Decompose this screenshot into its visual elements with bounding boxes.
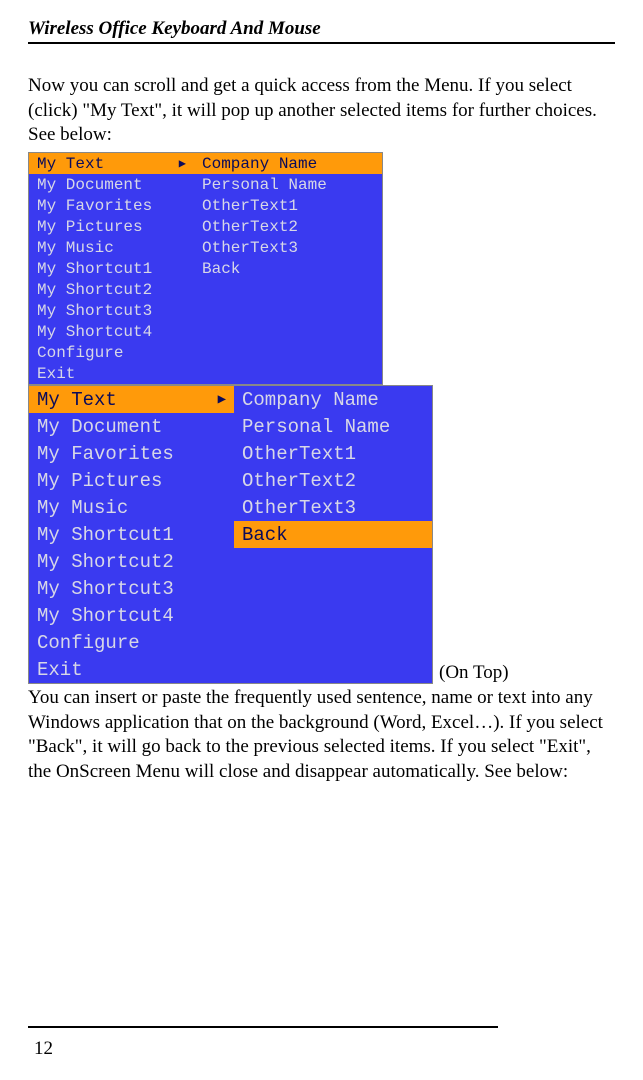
menu-item-label: My Music	[37, 497, 128, 519]
menu-item-label: Personal Name	[242, 416, 390, 438]
menu-item-label: My Shortcut3	[37, 302, 152, 320]
menu2-right-column: Company Name Personal Name OtherText1 Ot…	[234, 386, 432, 683]
submenu-item-back[interactable]: Back	[234, 521, 432, 548]
menu-item-my-shortcut4[interactable]: My Shortcut4	[29, 602, 234, 629]
footer: 12	[28, 1026, 615, 1060]
menu-item-label: My Shortcut1	[37, 260, 152, 278]
menu-block-1: My Text ▶ My Document My Favorites My Pi…	[28, 152, 383, 385]
chevron-right-icon: ▶	[179, 156, 186, 171]
submenu-item-personal-name[interactable]: Personal Name	[234, 413, 432, 440]
menu-item-configure[interactable]: Configure	[29, 629, 234, 656]
menu-item-label: My Text	[37, 155, 104, 173]
menu-item-label: Exit	[37, 659, 83, 681]
menu-item-label: My Shortcut2	[37, 551, 174, 573]
menu-item-label: My Shortcut4	[37, 323, 152, 341]
menu-item-label: OtherText1	[202, 197, 298, 215]
menu-item-my-text[interactable]: My Text ▶	[29, 153, 194, 174]
menu-item-my-shortcut1[interactable]: My Shortcut1	[29, 521, 234, 548]
menu-item-label: OtherText1	[242, 443, 356, 465]
submenu-item-personal-name[interactable]: Personal Name	[194, 174, 382, 195]
menu-item-label: OtherText2	[242, 470, 356, 492]
menu-item-my-shortcut2[interactable]: My Shortcut2	[29, 279, 194, 300]
paragraph-2: You can insert or paste the frequently u…	[28, 686, 615, 785]
header-title: Wireless Office Keyboard And Mouse	[28, 18, 321, 39]
menu-item-my-text[interactable]: My Text ▶	[29, 386, 234, 413]
menu-item-label: My Shortcut3	[37, 578, 174, 600]
menu-item-my-favorites[interactable]: My Favorites	[29, 440, 234, 467]
menu-item-configure[interactable]: Configure	[29, 342, 194, 363]
submenu-item-company-name[interactable]: Company Name	[194, 153, 382, 174]
header: Wireless Office Keyboard And Mouse	[28, 18, 615, 44]
menu-item-label: OtherText3	[202, 239, 298, 257]
menu-item-my-shortcut3[interactable]: My Shortcut3	[29, 300, 194, 321]
menu-item-my-document[interactable]: My Document	[29, 174, 194, 195]
on-top-note: (On Top)	[439, 662, 509, 684]
menu-item-label: My Document	[37, 176, 143, 194]
menu-item-label: My Favorites	[37, 443, 174, 465]
menu-item-label: Configure	[37, 632, 140, 654]
submenu-item-back[interactable]: Back	[194, 258, 382, 279]
menu-item-my-music[interactable]: My Music	[29, 237, 194, 258]
submenu-item-othertext2[interactable]: OtherText2	[234, 467, 432, 494]
page-number: 12	[28, 1038, 615, 1060]
submenu-item-othertext1[interactable]: OtherText1	[234, 440, 432, 467]
menu-item-label: My Favorites	[37, 197, 152, 215]
submenu-item-othertext3[interactable]: OtherText3	[234, 494, 432, 521]
menu-item-my-pictures[interactable]: My Pictures	[29, 467, 234, 494]
menu-item-label: Company Name	[242, 389, 379, 411]
menu-item-label: OtherText2	[202, 218, 298, 236]
menu-item-my-shortcut4[interactable]: My Shortcut4	[29, 321, 194, 342]
menu-item-label: My Shortcut2	[37, 281, 152, 299]
menu-item-exit[interactable]: Exit	[29, 363, 194, 384]
menu-item-my-shortcut1[interactable]: My Shortcut1	[29, 258, 194, 279]
menu-block-2: My Text ▶ My Document My Favorites My Pi…	[28, 385, 433, 684]
menu-item-label: Back	[242, 524, 288, 546]
menu-item-my-pictures[interactable]: My Pictures	[29, 216, 194, 237]
submenu-item-company-name[interactable]: Company Name	[234, 386, 432, 413]
menu-item-label: My Pictures	[37, 470, 162, 492]
chevron-right-icon: ▶	[218, 391, 226, 408]
submenu-item-othertext2[interactable]: OtherText2	[194, 216, 382, 237]
menu2-left-column: My Text ▶ My Document My Favorites My Pi…	[29, 386, 234, 683]
menu-item-label: My Text	[37, 389, 117, 411]
menu-item-label: My Pictures	[37, 218, 143, 236]
menu1-right-column: Company Name Personal Name OtherText1 Ot…	[194, 153, 382, 384]
menu-item-my-music[interactable]: My Music	[29, 494, 234, 521]
menu-item-label: Personal Name	[202, 176, 327, 194]
menu-item-label: My Shortcut4	[37, 605, 174, 627]
menu-item-my-shortcut2[interactable]: My Shortcut2	[29, 548, 234, 575]
menu-filler	[194, 279, 382, 384]
menu1-left-column: My Text ▶ My Document My Favorites My Pi…	[29, 153, 194, 384]
paragraph-1: Now you can scroll and get a quick acces…	[28, 74, 615, 148]
menu-item-label: My Shortcut1	[37, 524, 174, 546]
menu-item-exit[interactable]: Exit	[29, 656, 234, 683]
submenu-item-othertext1[interactable]: OtherText1	[194, 195, 382, 216]
menus-container: My Text ▶ My Document My Favorites My Pi…	[28, 152, 615, 684]
menu-item-my-document[interactable]: My Document	[29, 413, 234, 440]
menu-item-label: Exit	[37, 365, 75, 383]
menu-item-label: Company Name	[202, 155, 317, 173]
menu-item-my-favorites[interactable]: My Favorites	[29, 195, 194, 216]
menu-item-my-shortcut3[interactable]: My Shortcut3	[29, 575, 234, 602]
menu-filler	[234, 548, 432, 683]
menu-item-label: My Music	[37, 239, 114, 257]
menu-item-label: OtherText3	[242, 497, 356, 519]
menu-item-label: Configure	[37, 344, 123, 362]
footer-rule	[28, 1026, 498, 1028]
menu-item-label: My Document	[37, 416, 162, 438]
menu-item-label: Back	[202, 260, 240, 278]
submenu-item-othertext3[interactable]: OtherText3	[194, 237, 382, 258]
